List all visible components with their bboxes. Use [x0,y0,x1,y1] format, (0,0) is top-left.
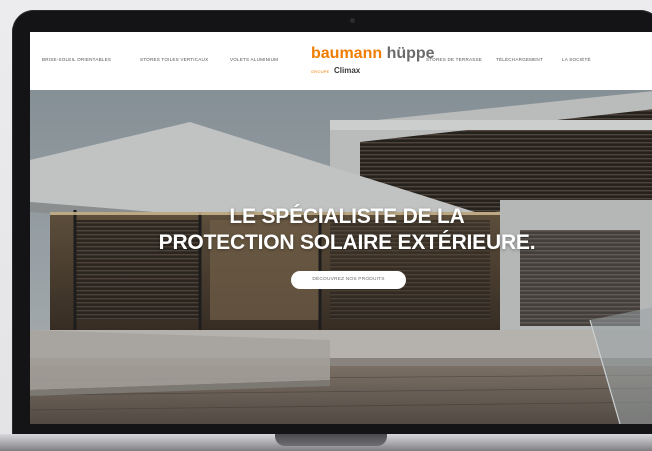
nav-link-la-societe[interactable]: LA SOCIÉTÉ [562,57,591,62]
nav-link-volets[interactable]: VOLETS ALUMINIUM [230,57,278,62]
logo-group-text: GROUPE [311,69,330,74]
logo-brand-part1: baumann [311,45,383,62]
hero-title-line1: LE SPÉCIALISTE DE LA [229,205,465,228]
nav-link-stores-toiles[interactable]: STORES TOILES VERTICAUX [140,57,208,62]
laptop-lid: BRISE-SOLEIL ORIENTABLES STORES TOILES V… [12,10,652,442]
page-background: BRISE-SOLEIL ORIENTABLES STORES TOILES V… [0,0,652,451]
laptop-base [0,434,652,451]
laptop-notch [275,434,387,446]
hero-title-line2: PROTECTION SOLAIRE EXTÉRIEURE. [158,231,536,254]
hero-banner: LE SPÉCIALISTE DE LA PROTECTION SOLAIRE … [30,90,652,424]
logo-sub-brand: Climax [334,66,361,75]
site-header: BRISE-SOLEIL ORIENTABLES STORES TOILES V… [30,32,652,90]
nav-link-brise-soleil[interactable]: BRISE-SOLEIL ORIENTABLES [42,57,111,62]
logo-subline: GROUPE Climax [311,64,409,77]
nav-link-stores-terrasse[interactable]: STORES DE TERRASSE [426,57,482,62]
brand-logo[interactable]: baumann hüppe GROUPE Climax [311,44,435,78]
hero-house-illustration [30,90,652,424]
laptop-screen: BRISE-SOLEIL ORIENTABLES STORES TOILES V… [30,32,652,424]
discover-products-button[interactable]: DÉCOUVREZ NOS PRODUITS [291,271,406,289]
nav-link-telechargement[interactable]: TÉLÉCHARGEMENT [496,57,543,62]
webcam-dot [350,18,355,23]
